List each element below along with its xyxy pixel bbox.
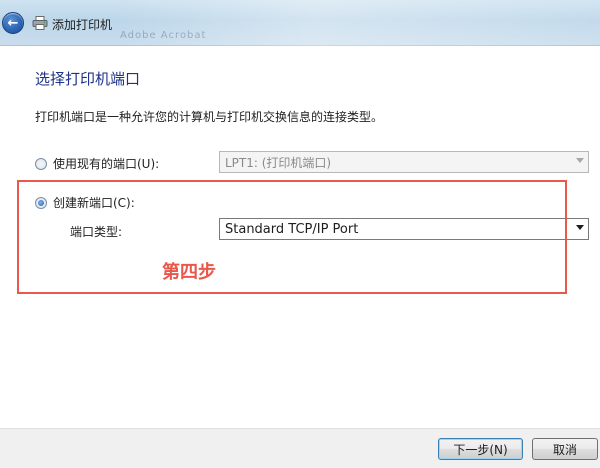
chevron-down-icon xyxy=(576,158,584,163)
use-existing-port-option[interactable]: 使用现有的端口(U): xyxy=(35,155,159,172)
printer-icon xyxy=(32,16,48,30)
cancel-button[interactable]: 取消 xyxy=(532,438,598,460)
existing-port-value: LPT1: (打印机端口) xyxy=(225,155,332,170)
existing-port-dropdown: LPT1: (打印机端口) xyxy=(219,151,589,173)
back-arrow-icon: ← xyxy=(7,15,19,31)
use-existing-port-label: 使用现有的端口(U): xyxy=(53,157,160,171)
chevron-down-icon xyxy=(576,225,584,230)
next-button[interactable]: 下一步(N) xyxy=(438,438,523,460)
window-title: 添加打印机 xyxy=(52,18,113,32)
use-existing-port-radio[interactable] xyxy=(35,157,47,170)
back-button[interactable]: ← xyxy=(2,12,24,34)
step-highlight-box xyxy=(17,180,567,294)
page-description: 打印机端口是一种允许您的计算机与打印机交换信息的连接类型。 xyxy=(35,110,384,124)
step-label: 第四步 xyxy=(162,262,216,283)
page-heading: 选择打印机端口 xyxy=(35,70,141,88)
background-window-text: Adobe Acrobat xyxy=(120,30,207,41)
